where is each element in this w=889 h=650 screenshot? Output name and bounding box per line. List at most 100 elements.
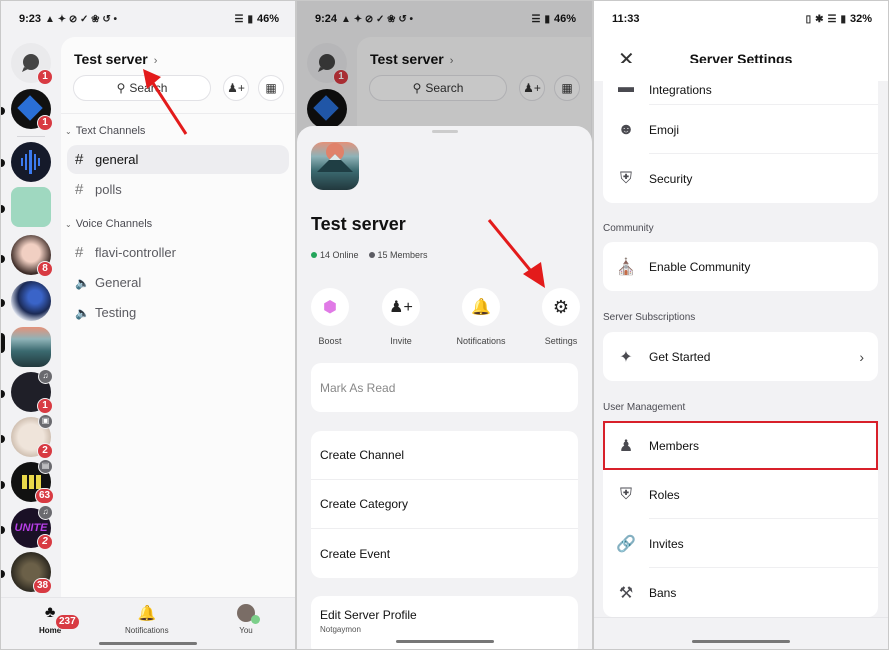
events-button[interactable]: ▦ xyxy=(258,75,284,101)
settings-item-roles[interactable]: ⛨ Roles xyxy=(603,470,878,519)
create-event-button[interactable]: Create Event xyxy=(311,529,578,578)
nav-label: You xyxy=(239,626,253,635)
action-label: Boost xyxy=(318,336,342,346)
server-title: Test server xyxy=(311,214,406,234)
battery-level: 32% xyxy=(849,13,872,25)
server-name-button[interactable]: Test server › xyxy=(74,51,157,67)
action-label: Invite xyxy=(390,336,412,346)
online-status-dot xyxy=(251,615,260,624)
calendar-icon: ▦ xyxy=(265,81,277,95)
guild-icon[interactable] xyxy=(11,187,51,227)
online-label: 14 Online xyxy=(320,250,359,260)
guild-icon[interactable] xyxy=(11,281,51,321)
server-name: Test server xyxy=(74,51,148,67)
create-category-button[interactable]: Create Category xyxy=(311,480,578,529)
settings-card-general: ▬ Integrations ☻ Emoji ⛨ Security xyxy=(603,63,878,203)
channel-polls[interactable]: # polls xyxy=(67,175,289,204)
settings-item-enable-community[interactable]: ⛪ Enable Community xyxy=(603,242,878,291)
nav-label: Notifications xyxy=(125,626,169,635)
channel-name: Testing xyxy=(95,305,137,320)
invite-button[interactable]: ♟+ xyxy=(223,75,249,101)
direct-messages-button[interactable]: 1 xyxy=(11,43,53,85)
gear-icon: ⚙ xyxy=(552,296,570,317)
guild-icon[interactable]: 1 xyxy=(11,89,53,131)
signal-icon: ▮ xyxy=(247,13,253,25)
category-voice-channels[interactable]: ⌄ Voice Channels xyxy=(65,218,152,230)
unread-pill xyxy=(1,435,5,443)
settings-item-get-started[interactable]: ✦ Get Started › xyxy=(603,332,878,381)
guild-icon[interactable]: ♫ 1 xyxy=(11,369,53,414)
mark-as-read-button[interactable]: Mark As Read xyxy=(311,363,578,412)
guild-badge: 38 xyxy=(33,578,53,594)
settings-item-integrations[interactable]: ▬ Integrations xyxy=(603,63,878,105)
divider xyxy=(61,113,295,114)
item-label: Security xyxy=(649,171,693,186)
channel-flavi-controller[interactable]: # flavi-controller xyxy=(67,238,289,267)
invite-action-button[interactable]: ♟+ Invite xyxy=(371,288,431,346)
soundwave-icon xyxy=(21,150,40,174)
bell-icon: 🔔 xyxy=(471,299,491,316)
notifications-button[interactable]: 🔔 Notifications xyxy=(451,288,511,346)
search-button[interactable]: ⚲ Search xyxy=(73,75,211,101)
server-rail: 1 1 8 ♫ 1 ▣ 2 ▤ 63 UNITE ♫ 2 38 xyxy=(1,37,59,597)
voice-channel-testing[interactable]: 🔈 Testing xyxy=(67,298,289,327)
drag-handle[interactable] xyxy=(431,130,458,133)
settings-item-emoji[interactable]: ☻ Emoji xyxy=(603,105,878,154)
item-label: Enable Community xyxy=(649,259,751,274)
unread-pill xyxy=(1,159,5,167)
guild-icon[interactable]: ▤ 63 xyxy=(11,459,55,504)
screen-share-icon: ▣ xyxy=(38,414,53,429)
voice-channel-general[interactable]: 🔈 General xyxy=(67,268,289,297)
boost-gem-icon: ⬢ xyxy=(323,299,337,316)
guild-icon[interactable]: ▣ 2 xyxy=(11,414,53,459)
guild-icon[interactable]: UNITE ♫ 2 xyxy=(11,505,53,550)
nav-home[interactable]: ♣ Home 237 xyxy=(39,604,80,635)
channel-list-panel: Test server › ⚲ Search ♟+ ▦ ⌄ Text Channels… xyxy=(61,37,295,597)
guild-icon-test-server[interactable] xyxy=(11,327,51,367)
member-count: 15 Members xyxy=(368,250,428,260)
unread-pill xyxy=(1,481,5,489)
chevron-down-icon: ⌄ xyxy=(65,220,72,229)
nav-footer xyxy=(594,617,888,649)
section-user-management: User Management xyxy=(603,402,686,413)
gesture-bar xyxy=(395,640,494,643)
edit-profile-label: Edit Server Profile xyxy=(320,608,417,622)
server-stats: 14 Online 15 Members xyxy=(311,250,428,260)
guild-icon[interactable]: 38 xyxy=(11,552,53,594)
settings-item-invites[interactable]: 🔗 Invites xyxy=(603,519,878,568)
guild-badge: 1 xyxy=(37,398,53,414)
chevron-down-icon: ⌄ xyxy=(65,127,72,136)
guild-icon[interactable] xyxy=(11,142,51,182)
channel-name: flavi-controller xyxy=(95,245,176,260)
add-member-icon: ♟+ xyxy=(389,299,413,316)
settings-item-bans[interactable]: ⚒ Bans xyxy=(603,568,878,617)
members-label: 15 Members xyxy=(377,250,428,260)
guild-badge: 2 xyxy=(37,443,53,459)
online-count: 14 Online xyxy=(311,250,359,260)
settings-button[interactable]: ⚙ Settings xyxy=(531,288,591,346)
boost-button[interactable]: ⬢ Boost xyxy=(300,288,360,346)
channel-name: polls xyxy=(95,182,122,197)
integrations-icon: ▬ xyxy=(618,79,634,96)
vibrate-icon: ▯ xyxy=(805,13,812,25)
create-channel-button[interactable]: Create Channel xyxy=(311,431,578,480)
create-card: Create Channel Create Category Create Ev… xyxy=(311,431,578,578)
home-badge: 237 xyxy=(55,614,80,630)
guild-icon[interactable]: 8 xyxy=(11,235,53,277)
category-text-channels[interactable]: ⌄ Text Channels xyxy=(65,125,145,137)
screen-server-menu: 9:24 ▲ ✦ ⊘ ✓ ❀ ↺ • ☰ ▮ 46% 1 Test server › ⚲… xyxy=(297,1,592,649)
hammer-icon: ⚒ xyxy=(618,584,634,602)
screen-server-channels: 9:23 ▲ ✦ ⊘ ✓ ❀ ↺ • ☰ ▮ 46% 1 1 8 ♫ 1 ▣ 2… xyxy=(1,1,295,649)
link-icon: 🔗 xyxy=(616,535,636,553)
section-server-subscriptions: Server Subscriptions xyxy=(603,312,696,323)
channel-general[interactable]: # general xyxy=(67,145,289,174)
nav-notifications[interactable]: 🔔 Notifications xyxy=(125,604,169,635)
nav-you[interactable]: You xyxy=(237,604,260,635)
mark-read-card: Mark As Read xyxy=(311,363,578,412)
online-dot xyxy=(311,252,317,258)
settings-item-security[interactable]: ⛨ Security xyxy=(603,154,878,203)
chevron-right-icon: › xyxy=(859,348,864,365)
highlight-box xyxy=(603,421,878,470)
speaker-icon: 🔈 xyxy=(75,305,90,320)
edit-server-profile-button[interactable]: Edit Server Profile Notgaymon xyxy=(311,596,578,646)
